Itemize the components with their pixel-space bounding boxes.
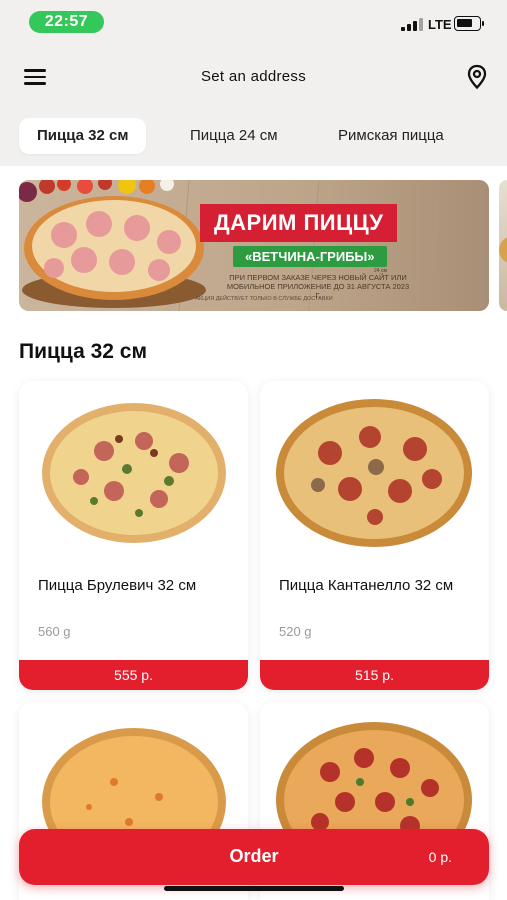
product-name: Пицца Кантанелло 32 см bbox=[279, 577, 454, 594]
product-price-button[interactable]: 555 р. bbox=[19, 660, 248, 690]
address-selector[interactable]: Set an address bbox=[0, 68, 507, 85]
promo-banner-subtitle: «ВЕТЧИНА-ГРИБЫ» bbox=[233, 246, 387, 267]
battery-icon bbox=[454, 16, 484, 31]
product-weight: 560 g bbox=[38, 624, 71, 639]
section-title: Пицца 32 см bbox=[19, 340, 147, 363]
product-card[interactable]: Пицца Брулевич 32 см 560 g 555 р. bbox=[19, 381, 248, 690]
battery-level bbox=[457, 19, 472, 27]
tab-roman-pizza[interactable]: Римская пицца bbox=[320, 118, 462, 154]
home-indicator bbox=[164, 886, 344, 891]
network-type: LTE bbox=[428, 17, 452, 32]
app-header: Set an address bbox=[0, 50, 507, 104]
location-pin-icon[interactable] bbox=[466, 64, 488, 90]
promo-banner[interactable]: ДАРИМ ПИЦЦУ «ВЕТЧИНА-ГРИБЫ» 24 см ПРИ ПЕ… bbox=[19, 180, 489, 311]
product-weight: 520 g bbox=[279, 624, 312, 639]
next-banner-image bbox=[499, 237, 507, 263]
order-button[interactable]: Order 0 р. bbox=[19, 829, 489, 885]
next-banner-peek[interactable] bbox=[499, 180, 507, 311]
status-bar: 22:57 LTE bbox=[0, 0, 507, 50]
order-total: 0 р. bbox=[428, 849, 452, 865]
product-name: Пицца Брулевич 32 см bbox=[38, 577, 197, 594]
signal-strength-icon bbox=[401, 18, 423, 31]
product-image bbox=[42, 403, 226, 543]
promo-banner-fine-print: АКЦИЯ ДЕЙСТВУЕТ ТОЛЬКО В СЛУЖБЕ ДОСТАВКИ bbox=[195, 296, 333, 302]
product-card[interactable]: Пицца Кантанелло 32 см 520 g 515 р. bbox=[260, 381, 489, 690]
product-price-button[interactable]: 515 р. bbox=[260, 660, 489, 690]
status-time: 22:57 bbox=[29, 11, 104, 33]
category-tabs: Пицца 32 см Пицца 24 см Римская пицца bbox=[0, 104, 507, 166]
tab-pizza-24[interactable]: Пицца 24 см bbox=[172, 118, 296, 154]
tab-pizza-32[interactable]: Пицца 32 см bbox=[19, 118, 147, 154]
order-label: Order bbox=[229, 846, 279, 866]
product-image bbox=[276, 399, 472, 547]
promo-banner-title: ДАРИМ ПИЦЦУ bbox=[200, 204, 398, 242]
